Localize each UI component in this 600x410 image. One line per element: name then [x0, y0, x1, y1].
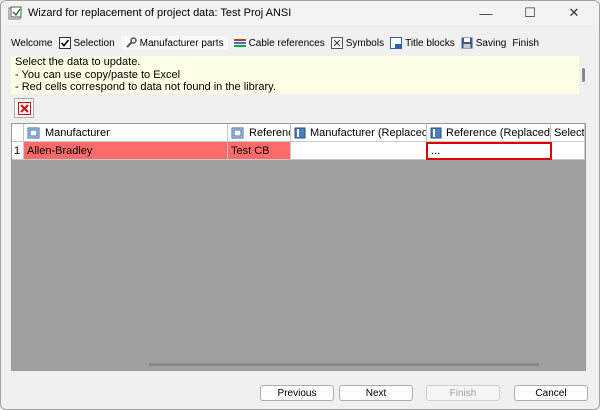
close-button[interactable]: ✕	[552, 1, 596, 25]
window-title: Wizard for replacement of project data: …	[28, 7, 292, 19]
column-label: Reference	[249, 126, 290, 139]
save-icon	[461, 37, 473, 49]
tab-title-blocks-label: Title blocks	[405, 37, 455, 49]
database-icon	[27, 127, 40, 138]
tab-symbols[interactable]: Symbols	[330, 37, 385, 49]
app-icon	[8, 6, 22, 20]
book-icon	[294, 127, 306, 138]
cell-select[interactable]	[552, 142, 585, 160]
wizard-steps: Welcome Selection Manufacturer parts Cab…	[11, 35, 545, 51]
tab-welcome-label: Welcome	[11, 37, 53, 49]
delete-row-button[interactable]	[14, 98, 34, 118]
column-label: Select	[554, 126, 585, 139]
grid-horizontal-scrollbar[interactable]	[149, 363, 539, 366]
finish-button[interactable]: Finish	[426, 385, 500, 401]
tab-title-blocks[interactable]: Title blocks	[390, 37, 455, 49]
delete-icon	[17, 101, 31, 115]
tab-symbols-label: Symbols	[345, 37, 385, 49]
instruction-line: - Red cells correspond to data not found…	[15, 81, 276, 93]
wizard-window: Wizard for replacement of project data: …	[0, 0, 600, 410]
tab-cable-references-label: Cable references	[248, 37, 325, 49]
parts-grid[interactable]: Manufacturer Reference Manufacturer (Rep…	[11, 123, 586, 371]
tab-manufacturer-parts[interactable]: Manufacturer parts	[120, 36, 228, 50]
tab-finish-label: Finish	[512, 37, 540, 49]
tab-welcome[interactable]: Welcome	[11, 38, 53, 49]
column-header-select[interactable]: Select	[551, 124, 585, 142]
tab-saving[interactable]: Saving	[461, 37, 507, 49]
wrench-icon	[125, 37, 137, 48]
row-header-corner	[12, 124, 24, 142]
column-header-manufacturer-replaced[interactable]: Manufacturer (Replaced by)	[291, 124, 427, 142]
column-header-reference-replaced[interactable]: Reference (Replaced by)	[427, 124, 551, 142]
checkbox-icon	[58, 37, 71, 49]
cancel-button[interactable]: Cancel	[514, 385, 588, 401]
instructions-scrollbar[interactable]	[581, 56, 587, 94]
title-block-icon	[390, 37, 403, 49]
column-header-manufacturer[interactable]: Manufacturer	[24, 124, 228, 142]
maximize-button[interactable]: ☐	[508, 1, 552, 25]
cable-icon	[233, 39, 246, 47]
database-icon	[231, 127, 244, 138]
symbols-icon	[330, 37, 343, 49]
row-number: 1	[12, 142, 24, 160]
instruction-line: Select the data to update.	[15, 56, 141, 68]
tab-selection[interactable]: Selection	[58, 37, 115, 49]
cell-manufacturer[interactable]: Allen-Bradley	[24, 142, 228, 160]
scrollbar-thumb[interactable]	[582, 68, 585, 82]
previous-button[interactable]: Previous	[260, 385, 334, 401]
column-label: Manufacturer (Replaced by)	[310, 126, 427, 139]
tab-cable-references[interactable]: Cable references	[233, 37, 325, 49]
instructions-panel: Select the data to update. - You can use…	[11, 56, 579, 94]
cell-reference-replaced[interactable]: ...	[426, 142, 552, 160]
minimize-button[interactable]: —	[464, 1, 508, 25]
tab-manufacturer-parts-label: Manufacturer parts	[139, 37, 224, 49]
column-label: Reference (Replaced by)	[446, 126, 550, 139]
next-button[interactable]: Next	[339, 385, 413, 401]
title-bar: Wizard for replacement of project data: …	[1, 1, 599, 25]
instruction-line: - You can use copy/paste to Excel	[15, 68, 181, 81]
column-header-reference[interactable]: Reference	[228, 124, 291, 142]
column-label: Manufacturer	[45, 126, 110, 139]
cell-manufacturer-replaced[interactable]	[291, 142, 427, 160]
cell-reference[interactable]: Test CB	[228, 142, 291, 160]
tab-saving-label: Saving	[475, 37, 507, 49]
tab-selection-label: Selection	[73, 37, 115, 49]
book-icon	[430, 127, 442, 138]
tab-finish[interactable]: Finish	[512, 38, 539, 49]
